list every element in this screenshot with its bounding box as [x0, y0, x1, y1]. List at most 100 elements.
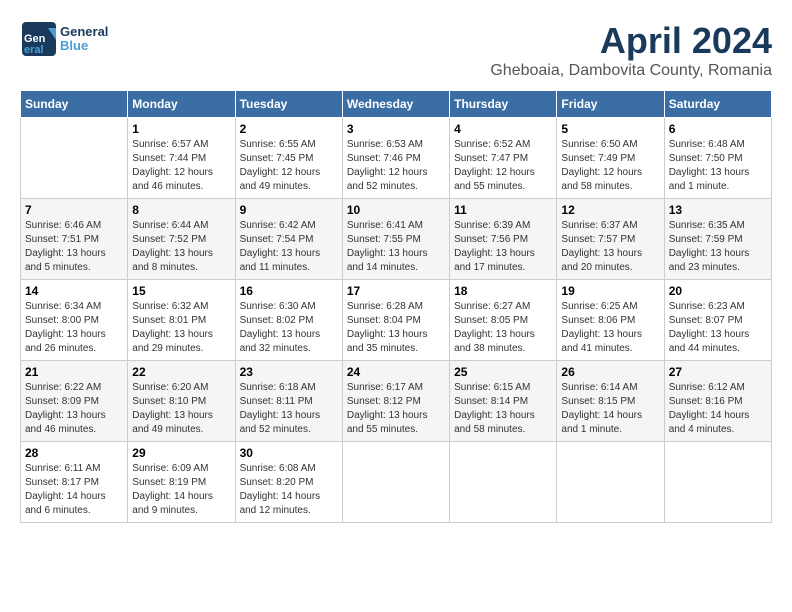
calendar-cell: 17Sunrise: 6:28 AM Sunset: 8:04 PM Dayli…: [342, 280, 449, 361]
calendar-cell: 8Sunrise: 6:44 AM Sunset: 7:52 PM Daylig…: [128, 199, 235, 280]
calendar-cell: 12 Sunrise: 6:37 AM Sunset: 7:57 PM Dayli…: [557, 199, 664, 280]
calendar-cell: 14 Sunrise: 6:34 AM Sunset: 8:00 PM Dayli…: [21, 280, 128, 361]
calendar-cell: [557, 442, 664, 523]
page-subtitle: Gheboaia, Dambovita County, Romania: [490, 62, 772, 80]
day-info: Sunrise: 6:12 AM Sunset: 8:16 PM Dayligh…: [669, 381, 767, 437]
day-number: 6: [669, 122, 767, 136]
day-number: 2: [240, 122, 338, 136]
calendar-cell: [21, 118, 128, 199]
day-info: Sunrise: 6:37 AM Sunset: 7:57 PM Dayligh…: [561, 219, 659, 275]
day-info: Sunrise: 6:50 AM Sunset: 7:49 PM Dayligh…: [561, 138, 659, 194]
calendar-cell: 10 Sunrise: 6:41 AM Sunset: 7:55 PM Dayli…: [342, 199, 449, 280]
day-info: Sunrise: 6:25 AM Sunset: 8:06 PM Dayligh…: [561, 300, 659, 356]
day-number: 19: [561, 284, 659, 298]
day-number: 28: [25, 446, 123, 460]
weekday-header: Saturday: [664, 91, 771, 118]
calendar-week-row: 7 Sunrise: 6:46 AM Sunset: 7:51 PM Daylig…: [21, 199, 772, 280]
calendar-cell: 28 Sunrise: 6:11 AM Sunset: 8:17 PM Dayli…: [21, 442, 128, 523]
day-info: Sunrise: 6:42 AM Sunset: 7:54 PM Dayligh…: [240, 219, 338, 275]
calendar-cell: 2 Sunrise: 6:55 AM Sunset: 7:45 PM Daylig…: [235, 118, 342, 199]
day-info: Sunrise: 6:30 AM Sunset: 8:02 PM Dayligh…: [240, 300, 338, 356]
day-number: 9: [240, 203, 338, 217]
weekday-header: Tuesday: [235, 91, 342, 118]
day-info: Sunrise: 6:46 AM Sunset: 7:51 PM Dayligh…: [25, 219, 123, 275]
logo-general: General: [60, 25, 108, 39]
day-number: 13: [669, 203, 767, 217]
day-number: 24: [347, 365, 445, 379]
day-number: 16: [240, 284, 338, 298]
day-info: Sunrise: 6:14 AM Sunset: 8:15 PM Dayligh…: [561, 381, 659, 437]
day-info: Sunrise: 6:32 AM Sunset: 8:01 PM Dayligh…: [132, 300, 230, 356]
weekday-header: Thursday: [450, 91, 557, 118]
day-number: 7: [25, 203, 123, 217]
calendar-cell: 27 Sunrise: 6:12 AM Sunset: 8:16 PM Dayli…: [664, 361, 771, 442]
calendar-cell: 6Sunrise: 6:48 AM Sunset: 7:50 PM Daylig…: [664, 118, 771, 199]
calendar-cell: 16 Sunrise: 6:30 AM Sunset: 8:02 PM Dayli…: [235, 280, 342, 361]
calendar-week-row: 1Sunrise: 6:57 AM Sunset: 7:44 PM Daylig…: [21, 118, 772, 199]
day-number: 11: [454, 203, 552, 217]
page-title: April 2024: [490, 20, 772, 62]
calendar-cell: [450, 442, 557, 523]
calendar-week-row: 21 Sunrise: 6:22 AM Sunset: 8:09 PM Dayli…: [21, 361, 772, 442]
calendar-cell: 25Sunrise: 6:15 AM Sunset: 8:14 PM Dayli…: [450, 361, 557, 442]
calendar-cell: 30 Sunrise: 6:08 AM Sunset: 8:20 PM Dayli…: [235, 442, 342, 523]
day-info: Sunrise: 6:57 AM Sunset: 7:44 PM Dayligh…: [132, 138, 230, 194]
day-info: Sunrise: 6:27 AM Sunset: 8:05 PM Dayligh…: [454, 300, 552, 356]
day-number: 12: [561, 203, 659, 217]
day-number: 10: [347, 203, 445, 217]
day-info: Sunrise: 6:08 AM Sunset: 8:20 PM Dayligh…: [240, 462, 338, 518]
day-info: Sunrise: 6:55 AM Sunset: 7:45 PM Dayligh…: [240, 138, 338, 194]
calendar-cell: 23 Sunrise: 6:18 AM Sunset: 8:11 PM Dayli…: [235, 361, 342, 442]
title-section: April 2024 Gheboaia, Dambovita County, R…: [490, 20, 772, 80]
calendar-cell: 9 Sunrise: 6:42 AM Sunset: 7:54 PM Daylig…: [235, 199, 342, 280]
day-number: 5: [561, 122, 659, 136]
day-info: Sunrise: 6:23 AM Sunset: 8:07 PM Dayligh…: [669, 300, 767, 356]
day-number: 3: [347, 122, 445, 136]
calendar-week-row: 14 Sunrise: 6:34 AM Sunset: 8:00 PM Dayli…: [21, 280, 772, 361]
day-number: 4: [454, 122, 552, 136]
calendar-cell: 21 Sunrise: 6:22 AM Sunset: 8:09 PM Dayli…: [21, 361, 128, 442]
calendar-cell: 13 Sunrise: 6:35 AM Sunset: 7:59 PM Dayli…: [664, 199, 771, 280]
day-number: 22: [132, 365, 230, 379]
logo-icon: Gen eral: [20, 20, 58, 58]
page-header: Gen eral General Blue April 2024 Gheboai…: [20, 20, 772, 80]
calendar-cell: 11 Sunrise: 6:39 AM Sunset: 7:56 PM Dayli…: [450, 199, 557, 280]
day-info: Sunrise: 6:34 AM Sunset: 8:00 PM Dayligh…: [25, 300, 123, 356]
calendar-cell: 19 Sunrise: 6:25 AM Sunset: 8:06 PM Dayli…: [557, 280, 664, 361]
weekday-header: Sunday: [21, 91, 128, 118]
day-number: 23: [240, 365, 338, 379]
calendar-cell: 5 Sunrise: 6:50 AM Sunset: 7:49 PM Daylig…: [557, 118, 664, 199]
calendar-cell: 22 Sunrise: 6:20 AM Sunset: 8:10 PM Dayli…: [128, 361, 235, 442]
calendar-header-row: SundayMondayTuesdayWednesdayThursdayFrid…: [21, 91, 772, 118]
weekday-header: Wednesday: [342, 91, 449, 118]
calendar-cell: 18Sunrise: 6:27 AM Sunset: 8:05 PM Dayli…: [450, 280, 557, 361]
day-info: Sunrise: 6:22 AM Sunset: 8:09 PM Dayligh…: [25, 381, 123, 437]
calendar-cell: 20Sunrise: 6:23 AM Sunset: 8:07 PM Dayli…: [664, 280, 771, 361]
day-number: 30: [240, 446, 338, 460]
calendar-cell: 7 Sunrise: 6:46 AM Sunset: 7:51 PM Daylig…: [21, 199, 128, 280]
svg-text:eral: eral: [24, 44, 44, 56]
day-info: Sunrise: 6:11 AM Sunset: 8:17 PM Dayligh…: [25, 462, 123, 518]
calendar-cell: 1Sunrise: 6:57 AM Sunset: 7:44 PM Daylig…: [128, 118, 235, 199]
calendar-table: SundayMondayTuesdayWednesdayThursdayFrid…: [20, 90, 772, 523]
day-number: 14: [25, 284, 123, 298]
day-info: Sunrise: 6:20 AM Sunset: 8:10 PM Dayligh…: [132, 381, 230, 437]
day-info: Sunrise: 6:39 AM Sunset: 7:56 PM Dayligh…: [454, 219, 552, 275]
day-number: 26: [561, 365, 659, 379]
day-info: Sunrise: 6:44 AM Sunset: 7:52 PM Dayligh…: [132, 219, 230, 275]
calendar-cell: [664, 442, 771, 523]
day-info: Sunrise: 6:18 AM Sunset: 8:11 PM Dayligh…: [240, 381, 338, 437]
weekday-header: Monday: [128, 91, 235, 118]
day-number: 21: [25, 365, 123, 379]
day-number: 25: [454, 365, 552, 379]
day-info: Sunrise: 6:41 AM Sunset: 7:55 PM Dayligh…: [347, 219, 445, 275]
day-info: Sunrise: 6:17 AM Sunset: 8:12 PM Dayligh…: [347, 381, 445, 437]
day-info: Sunrise: 6:35 AM Sunset: 7:59 PM Dayligh…: [669, 219, 767, 275]
day-info: Sunrise: 6:28 AM Sunset: 8:04 PM Dayligh…: [347, 300, 445, 356]
calendar-cell: 3Sunrise: 6:53 AM Sunset: 7:46 PM Daylig…: [342, 118, 449, 199]
day-info: Sunrise: 6:09 AM Sunset: 8:19 PM Dayligh…: [132, 462, 230, 518]
calendar-week-row: 28 Sunrise: 6:11 AM Sunset: 8:17 PM Dayli…: [21, 442, 772, 523]
calendar-cell: 26 Sunrise: 6:14 AM Sunset: 8:15 PM Dayli…: [557, 361, 664, 442]
day-number: 29: [132, 446, 230, 460]
day-number: 27: [669, 365, 767, 379]
